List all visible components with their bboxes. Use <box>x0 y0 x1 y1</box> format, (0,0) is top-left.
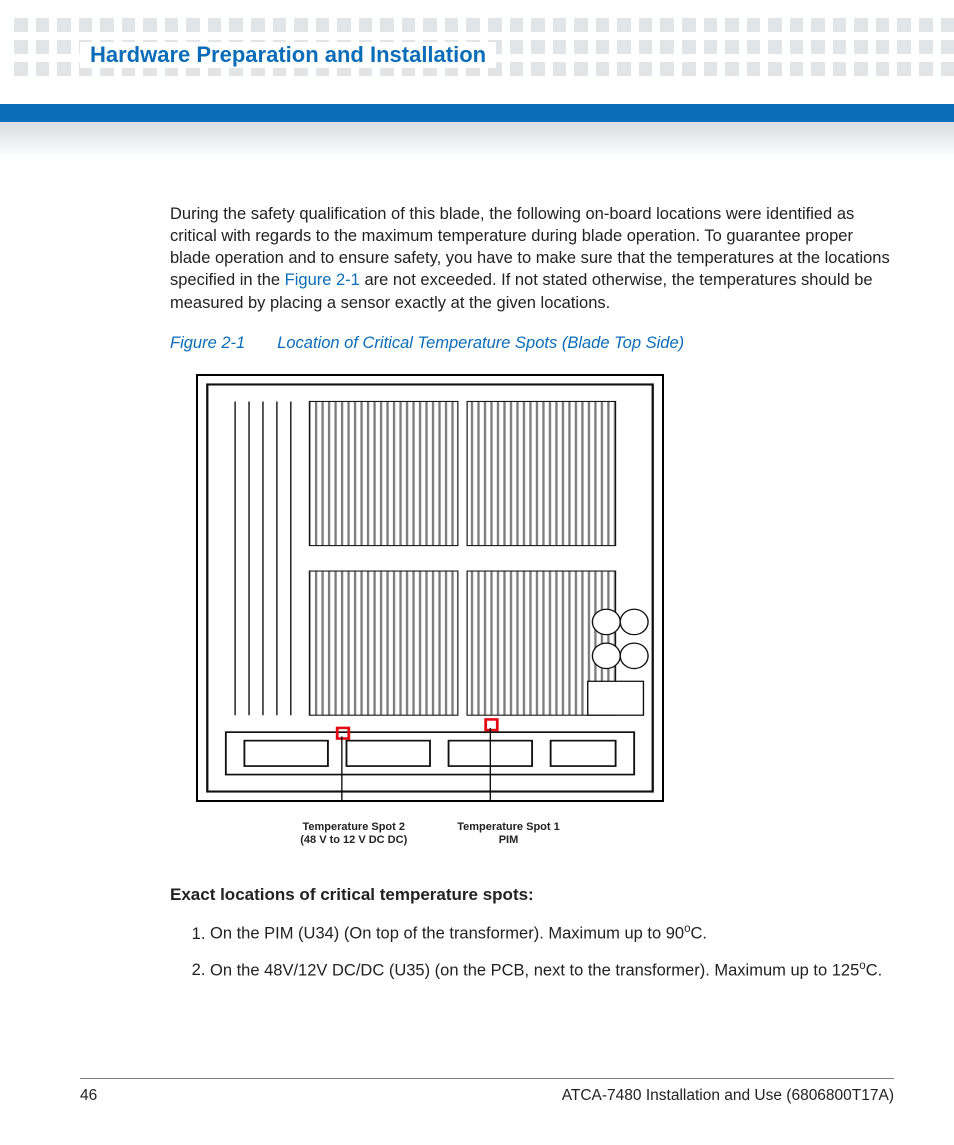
page-footer: 46 ATCA-7480 Installation and Use (68068… <box>80 1078 894 1105</box>
section-title: Hardware Preparation and Installation <box>80 42 496 68</box>
locations-list: On the PIM (U34) (On top of the transfor… <box>170 921 890 982</box>
intro-paragraph: During the safety qualification of this … <box>170 203 890 314</box>
board-illustration <box>198 376 662 800</box>
figure-crossref-link[interactable]: Figure 2-1 <box>285 271 360 289</box>
header-divider-bar <box>0 104 954 122</box>
doc-title-footer: ATCA-7480 Installation and Use (6806800T… <box>562 1087 894 1105</box>
spot2-line1: Temperature Spot 2 <box>300 821 407 835</box>
list-item: On the 48V/12V DC/DC (U35) (on the PCB, … <box>210 958 890 983</box>
temp-spot-2-label: Temperature Spot 2 (48 V to 12 V DC DC) <box>300 821 407 849</box>
figure-caption: Figure 2-1 Location of Critical Temperatu… <box>170 332 890 354</box>
figure-title: Location of Critical Temperature Spots (… <box>277 334 684 352</box>
figure-number: Figure 2-1 <box>170 334 245 352</box>
spot2-line2: (48 V to 12 V DC DC) <box>300 834 407 848</box>
spot1-line1: Temperature Spot 1 <box>457 821 560 835</box>
dot-row <box>0 18 954 32</box>
list-item: On the PIM (U34) (On top of the transfor… <box>210 921 890 946</box>
loc2-text-b: C. <box>866 961 883 979</box>
locations-heading: Exact locations of critical temperature … <box>170 884 890 907</box>
figure-callout-labels: Temperature Spot 2 (48 V to 12 V DC DC) … <box>190 821 670 849</box>
page-number: 46 <box>80 1087 97 1105</box>
spot1-line2: PIM <box>457 834 560 848</box>
loc1-text-a: On the PIM (U34) (On top of the transfor… <box>210 925 684 943</box>
header-shadow <box>0 122 954 158</box>
board-outline <box>196 374 664 802</box>
temp-spot-1-label: Temperature Spot 1 PIM <box>457 821 560 849</box>
loc1-text-b: C. <box>691 925 708 943</box>
loc2-text-a: On the 48V/12V DC/DC (U35) (on the PCB, … <box>210 961 859 979</box>
figure-diagram: Temperature Spot 2 (48 V to 12 V DC DC) … <box>190 368 670 848</box>
